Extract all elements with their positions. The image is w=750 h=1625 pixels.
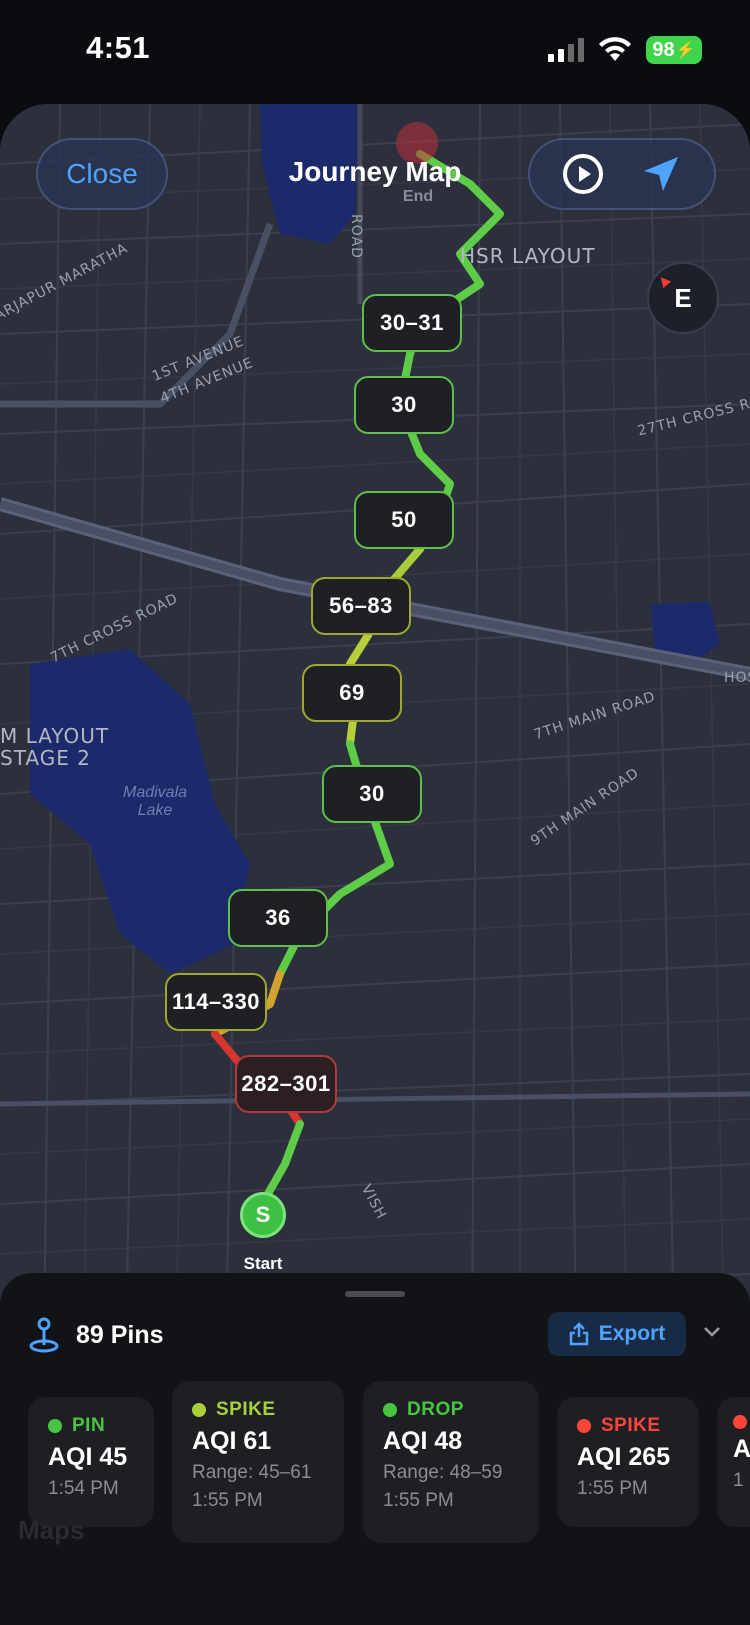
pin-card-type: DROP: [383, 1399, 519, 1421]
pin-card[interactable]: SPIKE AQI 265 1:55 PM: [557, 1397, 699, 1527]
map-controls: [528, 138, 716, 210]
export-label: Export: [598, 1322, 666, 1345]
pin-card-range: Range: 45–61: [192, 1462, 312, 1483]
status-dot: [383, 1403, 397, 1417]
pins-list: PIN AQI 45 1:54 PM SPIKE AQI 61 Range: 4…: [0, 1381, 750, 1551]
status-dot: [192, 1403, 206, 1417]
aqi-label[interactable]: 30: [354, 376, 454, 434]
play-icon[interactable]: [560, 151, 606, 197]
start-marker[interactable]: S: [240, 1192, 286, 1238]
export-button[interactable]: Export: [548, 1312, 686, 1356]
pin-card-time: 1:55 PM: [383, 1490, 454, 1511]
pin-card[interactable]: A 1: [717, 1397, 750, 1527]
compass-heading: E: [674, 282, 692, 313]
location-arrow-icon[interactable]: [638, 151, 684, 197]
pin-card-time: 1:55 PM: [577, 1478, 648, 1499]
status-dot: [577, 1419, 591, 1433]
aqi-label[interactable]: 30: [322, 765, 422, 823]
charging-bolt-icon: ⚡: [675, 42, 696, 59]
battery-level: 98: [652, 38, 675, 61]
end-label: End: [402, 188, 434, 205]
aqi-label[interactable]: 114–330: [165, 973, 267, 1031]
wifi-icon: [599, 37, 631, 61]
pin-card-aqi: AQI 265: [577, 1443, 671, 1471]
chevron-down-icon[interactable]: [702, 1321, 722, 1341]
pins-count: 89 Pins: [76, 1321, 164, 1349]
pin-card[interactable]: SPIKE AQI 61 Range: 45–61 1:55 PM: [172, 1381, 344, 1543]
sheet-grabber[interactable]: [345, 1291, 405, 1297]
map-label-stage2-l1: M LAYOUT: [0, 724, 110, 748]
pin-card-aqi: AQI 61: [192, 1427, 272, 1455]
compass[interactable]: E: [647, 262, 719, 334]
aqi-label[interactable]: 56–83: [311, 577, 411, 635]
lake-label-line1: Madivala: [122, 784, 188, 801]
share-icon: [569, 1322, 588, 1346]
pin-card-type: SPIKE: [192, 1399, 324, 1421]
pin-card-time: 1: [733, 1470, 744, 1491]
pin-card-aqi: AQI 45: [48, 1443, 128, 1471]
status-bar: 4:51 98 ⚡: [0, 0, 750, 104]
status-time: 4:51: [86, 30, 151, 65]
pin-card-range: Range: 48–59: [383, 1462, 503, 1483]
map-label-hos: HOS: [724, 670, 750, 686]
aqi-label[interactable]: 50: [354, 491, 454, 549]
close-button[interactable]: Close: [36, 138, 168, 210]
map-label-road-vertical: ROAD: [348, 214, 364, 259]
pin-card[interactable]: DROP AQI 48 Range: 48–59 1:55 PM: [363, 1381, 539, 1543]
aqi-label[interactable]: 282–301: [235, 1055, 337, 1113]
pins-sheet: 89 Pins Export PIN AQI 45 1:54 PM SPIKE …: [0, 1273, 750, 1625]
pin-card[interactable]: PIN AQI 45 1:54 PM: [28, 1397, 154, 1527]
pin-card-type: SPIKE: [577, 1415, 679, 1437]
status-dot: [733, 1415, 747, 1429]
pin-card-type: PIN: [48, 1415, 134, 1437]
aqi-label[interactable]: 30–31: [362, 294, 462, 352]
compass-needle-icon: [656, 273, 672, 289]
lake-label: Madivala Lake: [110, 784, 200, 820]
cellular-signal-icon: [548, 38, 584, 62]
anchor-pin-icon: [29, 1317, 59, 1353]
pin-card-time: 1:54 PM: [48, 1478, 119, 1499]
aqi-label[interactable]: 69: [302, 664, 402, 722]
pin-card-type: [733, 1415, 750, 1429]
maps-watermark: Maps: [18, 1515, 85, 1545]
map-label-stage2-l2: STAGE 2: [0, 746, 91, 770]
aqi-label[interactable]: 36: [228, 889, 328, 947]
end-marker[interactable]: [396, 122, 438, 164]
start-label: Start: [243, 1254, 283, 1273]
pin-card-time: 1:55 PM: [192, 1490, 263, 1511]
lake-label-line2: Lake: [137, 802, 173, 819]
battery-indicator: 98 ⚡: [646, 36, 702, 64]
status-dot: [48, 1419, 62, 1433]
pin-card-aqi: AQI 48: [383, 1427, 463, 1455]
pin-card-aqi: A: [733, 1435, 750, 1463]
map-label-hsr: HSR LAYOUT: [460, 244, 596, 268]
